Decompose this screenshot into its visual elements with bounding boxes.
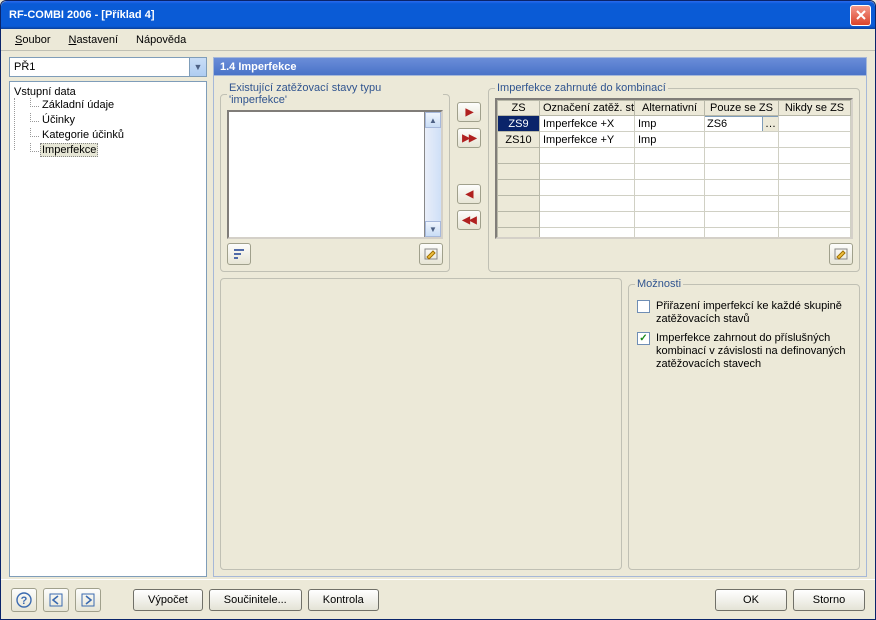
tree-item-účinky[interactable]: Účinky bbox=[40, 114, 77, 126]
window: RF-COMBI 2006 - [Příklad 4] Soubor Nasta… bbox=[0, 0, 876, 620]
case-selector-value: PŘ1 bbox=[14, 61, 189, 73]
col-alt[interactable]: Alternativní bbox=[635, 101, 705, 116]
check-button[interactable]: Kontrola bbox=[308, 589, 379, 611]
scroll-up-icon[interactable]: ▲ bbox=[425, 112, 441, 128]
chevron-down-icon[interactable]: ▼ bbox=[189, 58, 206, 76]
content: PŘ1 ▼ Vstupní data Základní údaje Účinky K… bbox=[1, 51, 875, 579]
pane-title: 1.4 Imperfekce bbox=[213, 57, 867, 75]
existing-listbox[interactable]: ▲ ▼ bbox=[227, 110, 443, 239]
col-zs[interactable]: ZS bbox=[498, 101, 540, 116]
left-column: PŘ1 ▼ Vstupní data Základní údaje Účinky K… bbox=[9, 57, 207, 577]
pane-body: Existující zatěžovací stavy typu 'imperf… bbox=[213, 75, 867, 577]
titlebar: RF-COMBI 2006 - [Příklad 4] bbox=[1, 1, 875, 29]
included-legend: Imperfekce zahrnuté do kombinací bbox=[495, 82, 668, 94]
ok-button[interactable]: OK bbox=[715, 589, 787, 611]
cancel-button[interactable]: Storno bbox=[793, 589, 865, 611]
imperfections-grid[interactable]: ZS Označení zatěž. stavu Alternativní Po… bbox=[495, 98, 853, 239]
main-pane: 1.4 Imperfekce Existující zatěžovací sta… bbox=[213, 57, 867, 577]
menubar: Soubor Nastavení Nápověda bbox=[1, 29, 875, 51]
window-title: RF-COMBI 2006 - [Příklad 4] bbox=[9, 9, 850, 21]
menu-help[interactable]: Nápověda bbox=[128, 32, 194, 48]
top-row: Existující zatěžovací stavy typu 'imperf… bbox=[220, 82, 860, 272]
opt1-checkbox[interactable] bbox=[637, 300, 650, 313]
help-icon[interactable]: ? bbox=[11, 588, 37, 612]
move-left-button[interactable]: ◀ bbox=[457, 184, 481, 204]
tree-item-základní údaje[interactable]: Základní údaje bbox=[40, 99, 116, 111]
svg-text:?: ? bbox=[21, 595, 28, 607]
table-row[interactable]: ZS9Imperfekce +XImpZS6… bbox=[498, 116, 851, 132]
preview-area bbox=[220, 278, 622, 570]
existing-legend: Existující zatěžovací stavy typu 'imperf… bbox=[227, 82, 443, 106]
sort-icon[interactable] bbox=[227, 243, 251, 265]
calc-button[interactable]: Výpočet bbox=[133, 589, 203, 611]
move-all-left-button[interactable]: ◀◀ bbox=[457, 210, 481, 230]
included-imperfections-group: Imperfekce zahrnuté do kombinací ZS Ozna… bbox=[488, 82, 860, 272]
prev-icon[interactable] bbox=[43, 588, 69, 612]
edit-icon[interactable] bbox=[419, 243, 443, 265]
tree-root-label[interactable]: Vstupní data bbox=[14, 86, 76, 98]
ellipsis-icon[interactable]: … bbox=[762, 117, 778, 131]
opt1-label: Přiřazení imperfekcí ke každé skupině za… bbox=[656, 300, 851, 326]
tree-item-imperfekce[interactable]: Imperfekce bbox=[40, 143, 98, 157]
col-label[interactable]: Označení zatěž. stavu bbox=[540, 101, 635, 116]
close-icon[interactable] bbox=[850, 5, 871, 26]
opt2-label: Imperfekce zahrnout do příslušných kombi… bbox=[656, 332, 851, 371]
bottom-row: Možnosti Přiřazení imperfekcí ke každé s… bbox=[220, 278, 860, 570]
move-right-button[interactable]: ▶ bbox=[457, 102, 481, 122]
table-row[interactable]: ZS10Imperfekce +YImp bbox=[498, 132, 851, 148]
case-selector[interactable]: PŘ1 ▼ bbox=[9, 57, 207, 77]
scroll-down-icon[interactable]: ▼ bbox=[425, 221, 441, 237]
col-only[interactable]: Pouze se ZS bbox=[705, 101, 779, 116]
next-icon[interactable] bbox=[75, 588, 101, 612]
tree-item-kategorie účinků[interactable]: Kategorie účinků bbox=[40, 129, 126, 141]
edit-row-icon[interactable] bbox=[829, 243, 853, 265]
only-zs-editor[interactable]: ZS6… bbox=[705, 116, 779, 132]
move-all-right-button[interactable]: ▶▶ bbox=[457, 128, 481, 148]
col-never[interactable]: Nikdy se ZS bbox=[779, 101, 851, 116]
nav-tree[interactable]: Vstupní data Základní údaje Účinky Kategor… bbox=[9, 81, 207, 577]
opt2-checkbox[interactable] bbox=[637, 332, 650, 345]
transfer-buttons: ▶ ▶▶ ◀ ◀◀ bbox=[454, 82, 484, 272]
options-group: Možnosti Přiřazení imperfekcí ke každé s… bbox=[628, 278, 860, 570]
menu-file[interactable]: Soubor bbox=[7, 32, 58, 48]
options-legend: Možnosti bbox=[635, 278, 683, 290]
footer: ? Výpočet Součinitele... Kontrola OK Sto… bbox=[1, 579, 875, 619]
factors-button[interactable]: Součinitele... bbox=[209, 589, 302, 611]
existing-imperfections-group: Existující zatěžovací stavy typu 'imperf… bbox=[220, 82, 450, 272]
scrollbar[interactable]: ▲ ▼ bbox=[425, 112, 441, 237]
menu-settings[interactable]: Nastavení bbox=[60, 32, 126, 48]
